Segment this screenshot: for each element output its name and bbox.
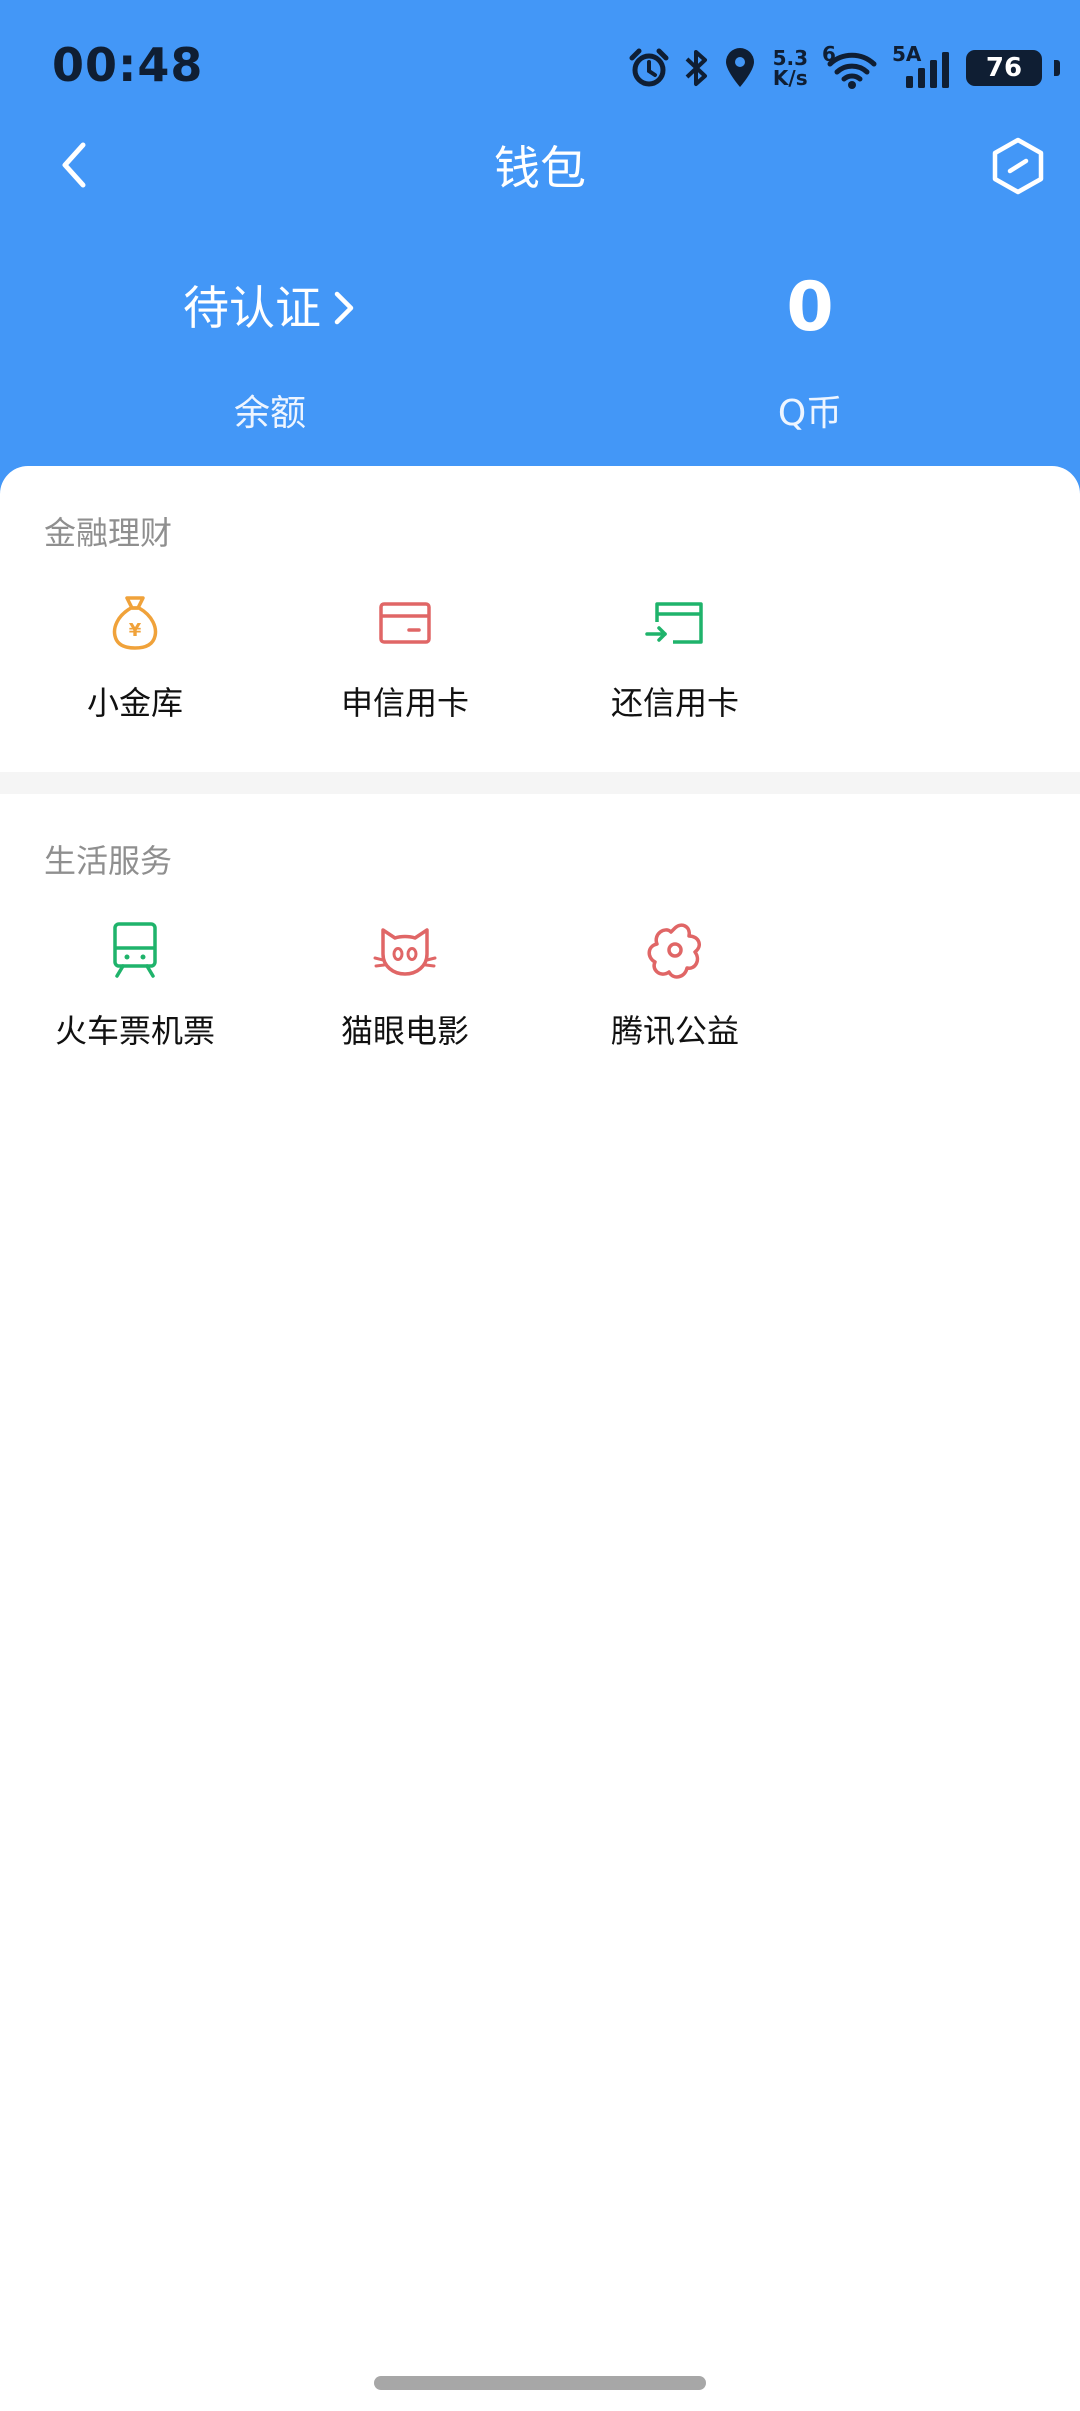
- flower-icon: [647, 923, 701, 979]
- bluetooth-icon: [681, 46, 711, 90]
- life-section-title: 生活服务: [44, 842, 173, 880]
- balance-status: 待认证: [183, 281, 321, 335]
- grid-item-train-flight-tickets[interactable]: 火车票机票: [0, 918, 270, 1052]
- cellular-signal-icon: 5A: [892, 42, 956, 90]
- balance-block[interactable]: 待认证 余额: [0, 268, 540, 436]
- status-bar: 00:48 5.3 K/s 6 5A 76: [0, 0, 1080, 135]
- grid-item-label: 猫眼电影: [340, 1012, 469, 1050]
- qcoin-label: Q币: [777, 393, 843, 434]
- money-bag-icon: ¥: [112, 596, 158, 650]
- location-icon: [721, 46, 759, 90]
- grid-item-label: 还信用卡: [610, 684, 739, 722]
- qcoin-value: 0: [786, 268, 834, 347]
- grid-item-apply-credit-card[interactable]: 申信用卡: [270, 590, 540, 724]
- battery-icon: 76: [966, 50, 1042, 86]
- credit-card-icon: [379, 602, 431, 644]
- qcoin-block[interactable]: 0 Q币: [540, 268, 1080, 436]
- grid-item-label: 小金库: [86, 684, 183, 722]
- nav-bar: 钱包: [0, 120, 1080, 210]
- alarm-icon: [627, 46, 671, 90]
- chevron-right-icon: [334, 291, 354, 325]
- card-repay-icon: [645, 602, 703, 644]
- wallet-header: 00:48 5.3 K/s 6 5A 76 钱包 待认证 余额 0 Q币: [0, 0, 1080, 510]
- finance-card: 金融理财 ¥ 小金库 申信用卡 还信用卡: [0, 466, 1080, 772]
- status-time: 00:48: [52, 38, 204, 92]
- grid-item-label: 火车票机票: [54, 1012, 215, 1050]
- train-icon: [113, 922, 157, 978]
- grid-item-label: 申信用卡: [340, 684, 469, 722]
- grid-item-xiaojinku[interactable]: ¥ 小金库: [0, 590, 270, 724]
- battery-cap: [1054, 60, 1060, 76]
- settings-button[interactable]: [982, 130, 1054, 202]
- balance-label: 余额: [233, 393, 306, 434]
- cat-face-icon: [373, 928, 437, 976]
- grid-item-maoyan-movie[interactable]: 猫眼电影: [270, 918, 540, 1052]
- network-speed: 5.3 K/s: [773, 48, 808, 88]
- hexagon-settings-icon: [992, 137, 1044, 195]
- network-speed-unit: K/s: [772, 66, 808, 90]
- finance-section-title: 金融理财: [44, 514, 173, 552]
- grid-item-label: 腾讯公益: [610, 1012, 739, 1050]
- section-divider: [0, 772, 1080, 794]
- page-title: 钱包: [494, 141, 586, 195]
- battery-level: 76: [985, 53, 1023, 83]
- status-icons: 5.3 K/s 6 5A 76: [627, 40, 1060, 96]
- grid-item-tencent-charity[interactable]: 腾讯公益: [540, 918, 810, 1052]
- home-indicator[interactable]: [374, 2376, 706, 2390]
- grid-item-repay-credit-card[interactable]: 还信用卡: [540, 590, 810, 724]
- network-speed-value: 5.3: [772, 46, 808, 70]
- balance-value[interactable]: 待认证: [183, 268, 357, 348]
- wifi-icon: 6: [822, 42, 882, 90]
- svg-text:¥: ¥: [129, 620, 142, 641]
